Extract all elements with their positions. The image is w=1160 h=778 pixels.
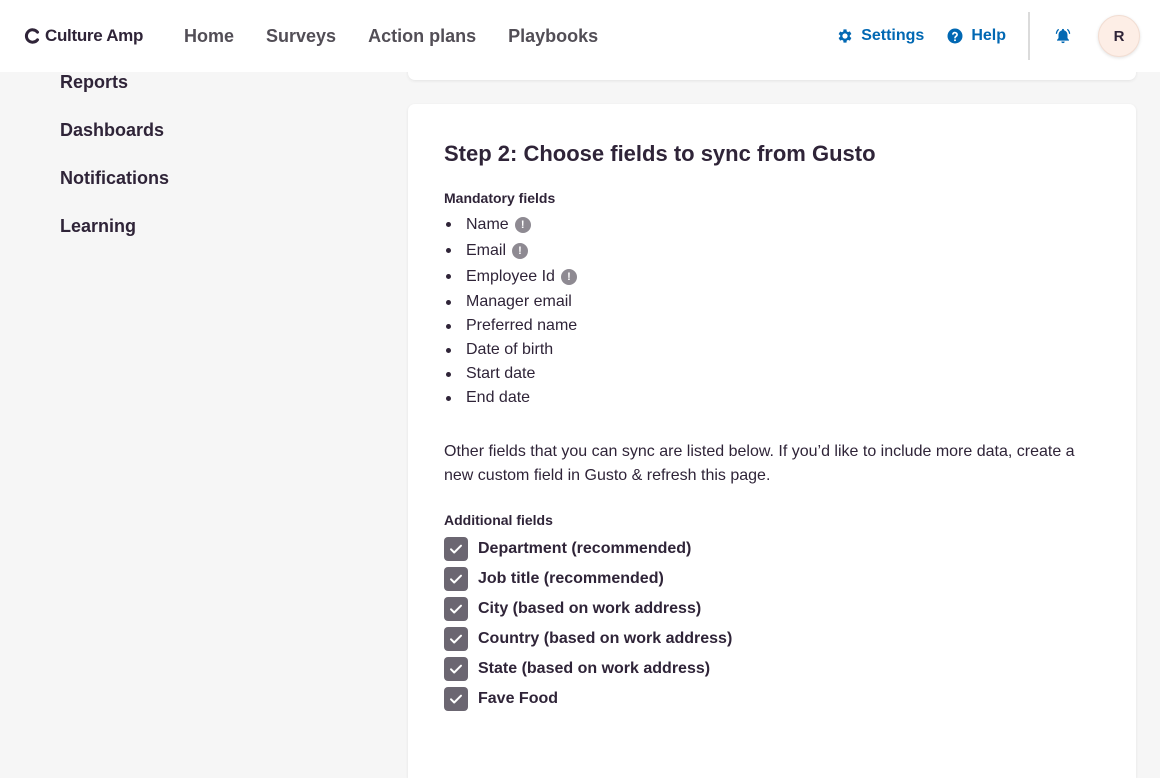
- sidebar-item-dashboards[interactable]: Dashboards: [60, 118, 169, 142]
- field-label-preferred-name: Preferred name: [466, 317, 578, 334]
- settings-button[interactable]: Settings: [836, 27, 924, 45]
- checkbox-department[interactable]: Department (recommended): [444, 534, 1100, 564]
- check-icon: [450, 544, 462, 554]
- bell-icon[interactable]: [1054, 27, 1072, 45]
- checkbox-country[interactable]: Country (based on work address): [444, 624, 1100, 654]
- nav-link-action-plans[interactable]: Action plans: [368, 24, 476, 48]
- list-item: Manager email: [444, 290, 1100, 314]
- field-label-start-date: Start date: [466, 365, 536, 382]
- field-label-date-of-birth: Date of birth: [466, 341, 554, 358]
- exclamation-circle-icon[interactable]: !: [512, 243, 529, 259]
- sidebar-item-notifications[interactable]: Notifications: [60, 166, 169, 190]
- mandatory-fields-label: Mandatory fields: [444, 190, 556, 206]
- check-icon: [450, 664, 462, 674]
- checkbox-job-title[interactable]: Job title (recommended): [444, 564, 1100, 594]
- gear-icon: [838, 29, 852, 43]
- culture-amp-logo[interactable]: Culture Amp: [24, 24, 143, 48]
- avatar[interactable]: R: [1098, 15, 1140, 57]
- checkbox-checked[interactable]: [444, 657, 468, 681]
- checkbox-checked[interactable]: [444, 537, 468, 561]
- checkbox-label: Department (recommended): [478, 540, 692, 557]
- additional-fields-label: Additional fields: [444, 512, 553, 528]
- list-item: Name !: [444, 212, 1100, 238]
- nav-link-home[interactable]: Home: [184, 24, 234, 48]
- checkbox-label: City (based on work address): [478, 600, 702, 617]
- logo-text: Culture Amp: [45, 26, 144, 45]
- list-item: Date of birth: [444, 338, 1100, 362]
- check-icon: [450, 604, 462, 614]
- list-item: End date: [444, 386, 1100, 410]
- checkbox-label: Job title (recommended): [478, 570, 664, 587]
- list-item: Start date: [444, 362, 1100, 386]
- checkbox-fave-food[interactable]: Fave Food: [444, 684, 1100, 714]
- sidebar: Reports Dashboards Notifications Learnin…: [60, 70, 169, 262]
- checkbox-checked[interactable]: [444, 597, 468, 621]
- settings-label: Settings: [861, 27, 925, 44]
- sidebar-item-reports[interactable]: Reports: [60, 70, 169, 94]
- checkbox-state[interactable]: State (based on work address): [444, 654, 1100, 684]
- nav-link-playbooks[interactable]: Playbooks: [508, 24, 598, 48]
- question-circle-icon: [947, 28, 963, 44]
- field-label-manager-email: Manager email: [466, 293, 572, 310]
- main-nav-links: Home Surveys Action plans Playbooks: [184, 24, 598, 48]
- field-label-email: Email: [466, 242, 507, 259]
- mandatory-fields-list: Name ! Email ! Employee Id ! Manager ema…: [444, 212, 1100, 410]
- step2-card: Step 2: Choose fields to sync from Gusto…: [408, 104, 1136, 778]
- check-icon: [450, 574, 462, 584]
- checkbox-checked[interactable]: [444, 687, 468, 711]
- checkbox-checked[interactable]: [444, 627, 468, 651]
- help-label: Help: [971, 27, 1006, 44]
- right-nav: Settings Help R: [836, 12, 1140, 60]
- help-button[interactable]: Help: [946, 27, 1006, 45]
- checkbox-label: Fave Food: [478, 690, 559, 707]
- list-item: Employee Id !: [444, 264, 1100, 290]
- list-item: Preferred name: [444, 314, 1100, 338]
- exclamation-circle-icon[interactable]: !: [560, 269, 577, 285]
- nav-link-surveys[interactable]: Surveys: [266, 24, 336, 48]
- additional-fields-description: Other fields that you can sync are liste…: [444, 443, 1075, 484]
- sidebar-item-learning[interactable]: Learning: [60, 214, 169, 238]
- checkbox-label: State (based on work address): [478, 660, 711, 677]
- culture-amp-logo-icon: [24, 28, 39, 44]
- field-label-name: Name: [466, 216, 509, 233]
- additional-fields-list: Department (recommended) Job title (reco…: [444, 534, 1100, 714]
- exclamation-circle-icon[interactable]: !: [514, 217, 531, 233]
- field-label-end-date: End date: [466, 389, 531, 406]
- field-label-employee-id: Employee Id: [466, 268, 555, 285]
- check-icon: [450, 694, 462, 704]
- checkbox-city[interactable]: City (based on work address): [444, 594, 1100, 624]
- list-item: Email !: [444, 238, 1100, 264]
- step2-title: Step 2: Choose fields to sync from Gusto: [444, 141, 876, 166]
- checkbox-label: Country (based on work address): [478, 630, 733, 647]
- nav-divider: [1028, 12, 1030, 60]
- check-icon: [450, 634, 462, 644]
- top-navigation: Culture Amp Home Surveys Action plans Pl…: [0, 0, 1160, 72]
- checkbox-checked[interactable]: [444, 567, 468, 591]
